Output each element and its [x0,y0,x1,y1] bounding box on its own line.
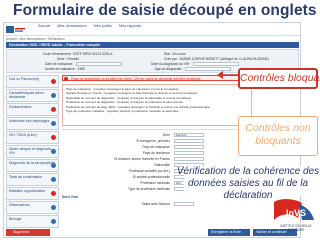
save-button[interactable]: Enregistrer la fiche [208,229,250,236]
sidebar-item-label: Observations [9,203,30,207]
ok-status-icon [51,93,56,98]
institution-logo-text: INSTITUT DE VEILLE SANITAIRE [280,224,312,232]
field-label: Nationalité [154,163,170,167]
hiv-date-label: Date du diagnostic du VIH : [151,62,240,66]
ok-status-icon [51,219,56,224]
action-bar: Supprimer Enregistrer la fiche Valider e… [6,229,299,237]
sex-label: Sexe : Féminin [57,57,79,61]
ok-status-icon [51,121,56,126]
sidebar-item-diagnosis[interactable]: Diagnostic de la séropositivité [6,159,59,172]
birth-country-select[interactable] [174,145,204,149]
birth-date-label: Date de naissance : [45,62,123,66]
non-blocking-notes: Pays de naissance : (requête) renseigner… [62,84,252,126]
sidebar-item-observations[interactable]: Observations [6,201,59,214]
field-label: Si transgenre, précisez [136,139,170,143]
field-label: Type de profession médicale [128,187,170,191]
sex-select[interactable]: Féminin [174,133,204,137]
app-logo-icon [6,26,25,33]
breadcrumb: Accueil › Mes demandeurs › Déclaration [6,37,65,41]
birth-date-field[interactable] [76,62,123,66]
field-label: Si activité professionnelle [132,175,170,179]
sidebar-item-label: Tests de confirmation [9,175,43,179]
non-blocking-controls-callout: Contrôles non bloquants [238,116,318,156]
transgender-select[interactable] [174,139,204,143]
field-label: Si résidant, année d'arrivée en France [114,157,170,161]
field-label: Pays de résidence [142,151,170,155]
svg-text:InVS: InVS [286,208,306,218]
birth-year-label: Année de naissance : 1969 [45,67,85,71]
sidebar-item-label: Maladies opportunistes [9,189,45,193]
sidebar-item-label: VIH / SIDA (à lire) [9,133,37,137]
ok-status-icon [51,163,56,168]
created-by: Créé par : JIMMIE JOSPHE BISSETT (délégu… [164,57,269,61]
verification-caption: Vérification de la cohérence des données… [174,166,320,202]
sidebar-item-clinical-stage[interactable]: Stade clinique et diagnostic VIH [6,145,59,158]
sidebar-item-label: Caractéristiques démo. déclarante [9,91,45,99]
slide-title: Formulaire de saisie découpé en onglets [13,2,317,19]
suivi-select[interactable] [174,202,194,206]
sidebar-item-label: Diagnostic de la séropositivité [9,161,56,165]
top-bar: Accueil Mes demandeurs Mes profils Mes r… [4,23,300,36]
error-status-icon [51,191,56,196]
sidebar-item-label: Contamination [9,105,32,109]
form-title-bar: Déclaration 0001 / SRVD Adulte – Formula… [6,42,299,48]
nav-declarants[interactable]: Mes demandeurs [57,24,86,28]
event-code: Code d'évènement : ESTF SRVD M123 2015-A [43,52,113,56]
residence-country-select[interactable] [174,151,204,155]
field-label: Sexe [162,133,170,137]
nav-profiles[interactable]: Mes profils [94,24,112,28]
non-blocking-line2: bloquants [255,135,301,147]
sidebar-item-screening[interactable]: Antériorité des dépistages [6,117,59,130]
sidebar-item-demographics[interactable]: Caractéristiques démo. déclarante [6,89,59,102]
ok-status-icon [51,149,56,154]
top-nav: Accueil Mes demandeurs Mes profils Mes r… [38,24,141,28]
blocking-alert-text: Page de déclaration ou incident (du 4ème… [71,76,202,81]
blocking-arrow-icon [217,71,238,79]
arrival-year-field[interactable] [174,157,204,161]
sidebar-item-label: Biologie [9,217,22,221]
error-status-icon [51,107,56,112]
ok-status-icon [51,205,56,210]
blocking-controls-callout: Contrôles bloquants [238,68,320,89]
nav-home[interactable]: Accueil [38,24,50,28]
sidebar-item-opportunistic[interactable]: Maladies opportunistes [6,187,59,200]
sidebar-tabs: Cas ou Parcours(s) Caractéristiques démo… [6,75,59,229]
field-label: Pays de naissance [142,145,170,149]
field-label: Statut avec Mesure [141,202,170,206]
sidebar-item-confirmation[interactable]: Tests de confirmation [6,173,59,186]
sidebar-item-contamination[interactable]: Contamination [6,103,59,116]
suivi-section-title: Suivi Viral [62,195,78,199]
sidebar-item-label: Stade clinique et diagnostic VIH [9,147,52,155]
nav-reports[interactable]: Mes rapports [119,24,141,28]
sidebar-item-hiv-aids[interactable]: VIH / SIDA (à lire) [6,131,59,144]
error-status-icon [51,135,56,140]
ok-status-icon [51,177,56,182]
error-icon [64,76,68,81]
non-blocking-line1: Contrôles non [245,122,311,134]
verification-line1: Vérification de la cohérence des [176,166,320,177]
hiv-date-field[interactable] [193,62,240,66]
field-label: Profession actuelle (ou der.) [128,169,170,173]
sidebar-item-label: Cas ou Parcours(s) [9,77,40,81]
note-line: Type de profession maladies : (requête) … [66,109,180,114]
state-label: État : En cours [164,52,186,56]
delete-button[interactable]: Supprimer [6,229,50,236]
sidebar-item-biology[interactable]: Biologie [6,215,59,228]
error-status-icon [51,79,56,84]
sidebar-item-case[interactable]: Cas ou Parcours(s) [6,75,59,88]
sidebar-item-label: Antériorité des dépistages [9,119,50,123]
field-label: Profession médicale [140,181,170,185]
